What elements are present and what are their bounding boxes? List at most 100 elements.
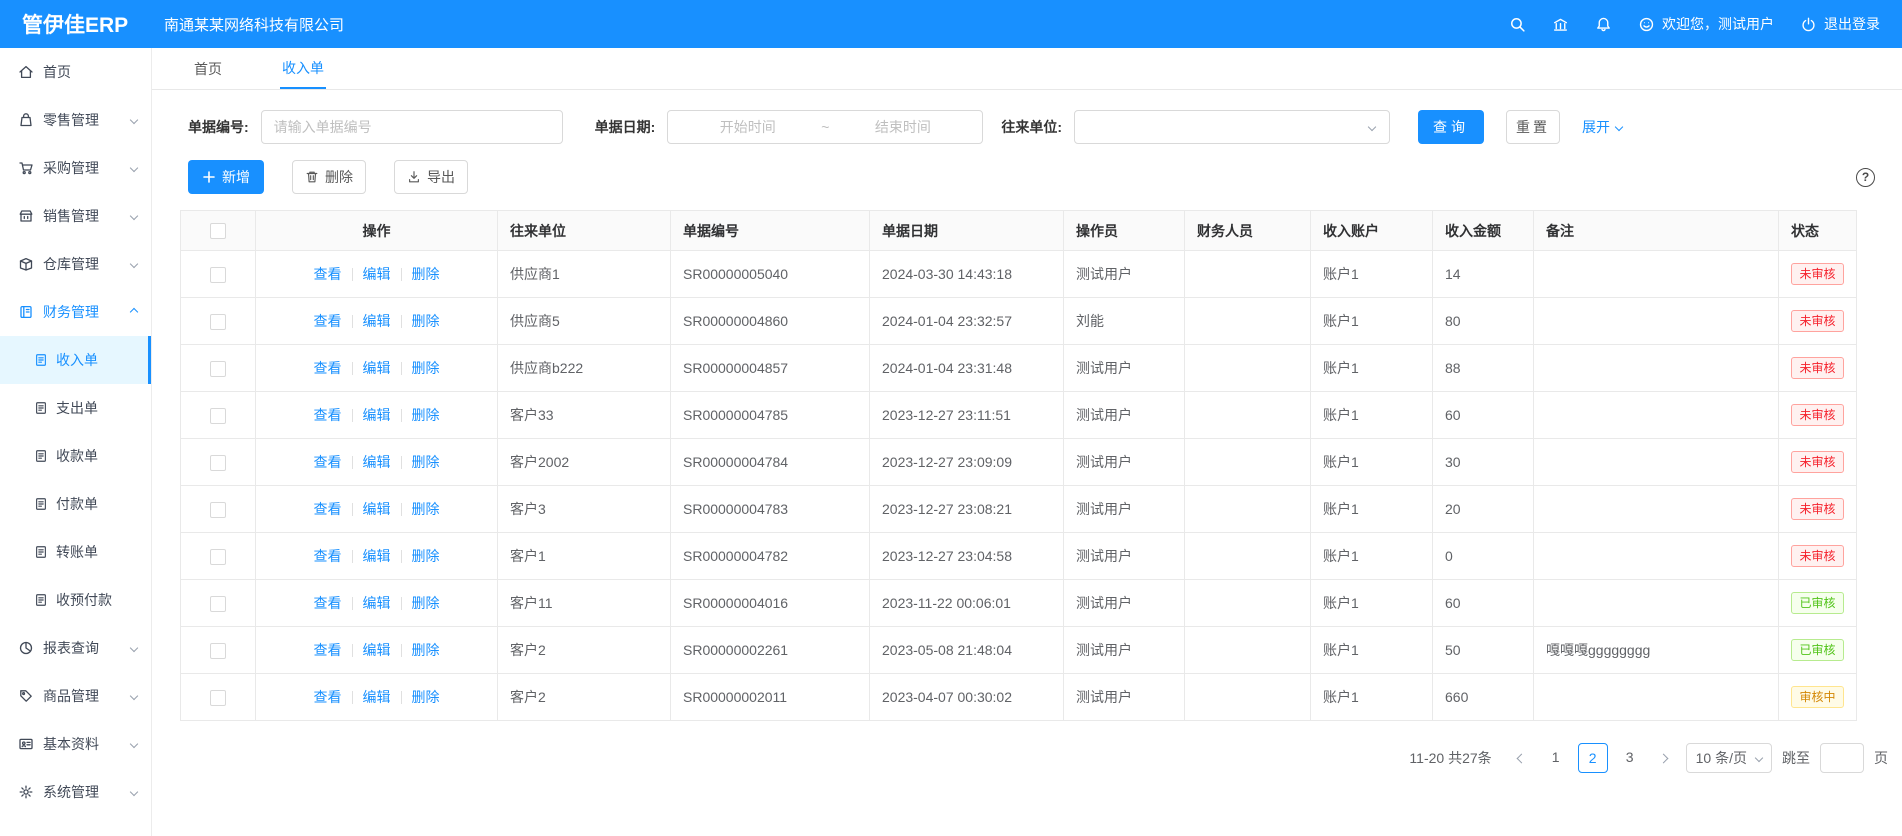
- welcome-text: 欢迎您，测试用户: [1662, 14, 1774, 34]
- delete-link[interactable]: 删除: [412, 407, 440, 423]
- row-checkbox[interactable]: [210, 549, 226, 565]
- sidebar-item-system[interactable]: 系统管理: [0, 768, 151, 816]
- chevron-down-icon: [130, 212, 138, 220]
- sidebar-item-sales[interactable]: 销售管理: [0, 192, 151, 240]
- home-icon: [18, 64, 34, 80]
- row-checkbox[interactable]: [210, 690, 226, 706]
- sidebar-item-basic-data[interactable]: 基本资料: [0, 720, 151, 768]
- search-button[interactable]: 查询: [1418, 110, 1484, 144]
- edit-link[interactable]: 编辑: [363, 595, 391, 611]
- retail-icon: [18, 112, 34, 128]
- select-all-checkbox[interactable]: [210, 223, 226, 239]
- export-button[interactable]: 导出: [394, 160, 468, 194]
- delete-link[interactable]: 删除: [412, 642, 440, 658]
- expand-link[interactable]: 展开: [1582, 117, 1622, 137]
- view-link[interactable]: 查看: [314, 313, 342, 329]
- plus-icon: [202, 170, 216, 184]
- edit-link[interactable]: 编辑: [363, 313, 391, 329]
- power-icon: [1800, 16, 1817, 33]
- delete-link[interactable]: 删除: [412, 454, 440, 470]
- edit-link[interactable]: 编辑: [363, 454, 391, 470]
- chevron-down-icon: [1615, 123, 1623, 131]
- row-checkbox[interactable]: [210, 361, 226, 377]
- row-checkbox[interactable]: [210, 455, 226, 471]
- view-link[interactable]: 查看: [314, 407, 342, 423]
- sidebar-item-transfer-bill[interactable]: 转账单: [0, 528, 151, 576]
- tab-bar: 首页 收入单: [152, 48, 1902, 90]
- edit-link[interactable]: 编辑: [363, 407, 391, 423]
- sidebar-item-goods[interactable]: 商品管理: [0, 672, 151, 720]
- view-link[interactable]: 查看: [314, 689, 342, 705]
- sidebar-item-retail[interactable]: 零售管理: [0, 96, 151, 144]
- bill-no-input[interactable]: [261, 110, 563, 144]
- bank-icon[interactable]: [1552, 16, 1569, 33]
- add-button[interactable]: 新增: [188, 160, 264, 194]
- delete-link[interactable]: 删除: [412, 501, 440, 517]
- status-badge: 审核中: [1791, 686, 1843, 708]
- partner-select[interactable]: [1074, 110, 1390, 144]
- chevron-left-icon: [1517, 753, 1527, 763]
- sidebar-item-payment-bill[interactable]: 付款单: [0, 480, 151, 528]
- view-link[interactable]: 查看: [314, 548, 342, 564]
- edit-link[interactable]: 编辑: [363, 501, 391, 517]
- view-link[interactable]: 查看: [314, 501, 342, 517]
- sidebar-item-expense-bill[interactable]: 支出单: [0, 384, 151, 432]
- tab-income-bill[interactable]: 收入单: [280, 48, 326, 89]
- sidebar-item-warehouse[interactable]: 仓库管理: [0, 240, 151, 288]
- view-link[interactable]: 查看: [314, 360, 342, 376]
- delete-link[interactable]: 删除: [412, 548, 440, 564]
- delete-link[interactable]: 删除: [412, 360, 440, 376]
- edit-link[interactable]: 编辑: [363, 266, 391, 282]
- row-checkbox[interactable]: [210, 314, 226, 330]
- row-checkbox[interactable]: [210, 408, 226, 424]
- sidebar-item-finance[interactable]: 财务管理: [0, 288, 151, 336]
- sidebar-item-income-bill[interactable]: 收入单: [0, 336, 151, 384]
- col-bill-no: 单据编号: [671, 211, 870, 251]
- sidebar-item-purchase[interactable]: 采购管理: [0, 144, 151, 192]
- sidebar-item-advance-receipt[interactable]: 收预付款: [0, 576, 151, 624]
- jump-page-input[interactable]: [1820, 743, 1864, 773]
- view-link[interactable]: 查看: [314, 642, 342, 658]
- edit-link[interactable]: 编辑: [363, 689, 391, 705]
- delete-button[interactable]: 删除: [292, 160, 366, 194]
- col-finance: 财务人员: [1185, 211, 1311, 251]
- view-link[interactable]: 查看: [314, 266, 342, 282]
- page-button-1[interactable]: 1: [1544, 743, 1568, 773]
- page-button-3[interactable]: 3: [1618, 743, 1642, 773]
- goods-icon: [18, 688, 34, 704]
- edit-link[interactable]: 编辑: [363, 360, 391, 376]
- view-link[interactable]: 查看: [314, 595, 342, 611]
- col-partner: 往来单位: [498, 211, 671, 251]
- bell-icon[interactable]: [1595, 16, 1612, 33]
- reset-button[interactable]: 重置: [1506, 110, 1560, 144]
- row-checkbox[interactable]: [210, 643, 226, 659]
- date-range-picker[interactable]: 开始时间 ~ 结束时间: [667, 110, 983, 144]
- purchase-icon: [18, 160, 34, 176]
- sidebar-item-homepage[interactable]: 首页: [0, 48, 151, 96]
- help-icon[interactable]: ?: [1856, 168, 1875, 187]
- status-badge: 未审核: [1791, 310, 1843, 332]
- pagination: 11-20 共27条 1 2 3 10 条/页 跳至 页: [152, 743, 1888, 773]
- sidebar-item-receipt-bill[interactable]: 收款单: [0, 432, 151, 480]
- page-size-select[interactable]: 10 条/页: [1686, 743, 1772, 773]
- edit-link[interactable]: 编辑: [363, 642, 391, 658]
- row-checkbox[interactable]: [210, 502, 226, 518]
- page-button-2-current[interactable]: 2: [1578, 743, 1608, 773]
- user-welcome[interactable]: 欢迎您，测试用户: [1638, 14, 1774, 34]
- delete-link[interactable]: 删除: [412, 689, 440, 705]
- next-page-button[interactable]: [1652, 755, 1676, 762]
- view-link[interactable]: 查看: [314, 454, 342, 470]
- delete-link[interactable]: 删除: [412, 313, 440, 329]
- row-checkbox[interactable]: [210, 596, 226, 612]
- logout-button[interactable]: 退出登录: [1800, 14, 1880, 34]
- tab-home[interactable]: 首页: [192, 48, 224, 89]
- prev-page-button[interactable]: [1510, 755, 1534, 762]
- row-checkbox[interactable]: [210, 267, 226, 283]
- delete-link[interactable]: 删除: [412, 595, 440, 611]
- edit-link[interactable]: 编辑: [363, 548, 391, 564]
- search-icon[interactable]: [1509, 16, 1526, 33]
- delete-link[interactable]: 删除: [412, 266, 440, 282]
- chevron-down-icon: [1368, 123, 1376, 131]
- sidebar-item-reports[interactable]: 报表查询: [0, 624, 151, 672]
- gear-icon: [18, 784, 34, 800]
